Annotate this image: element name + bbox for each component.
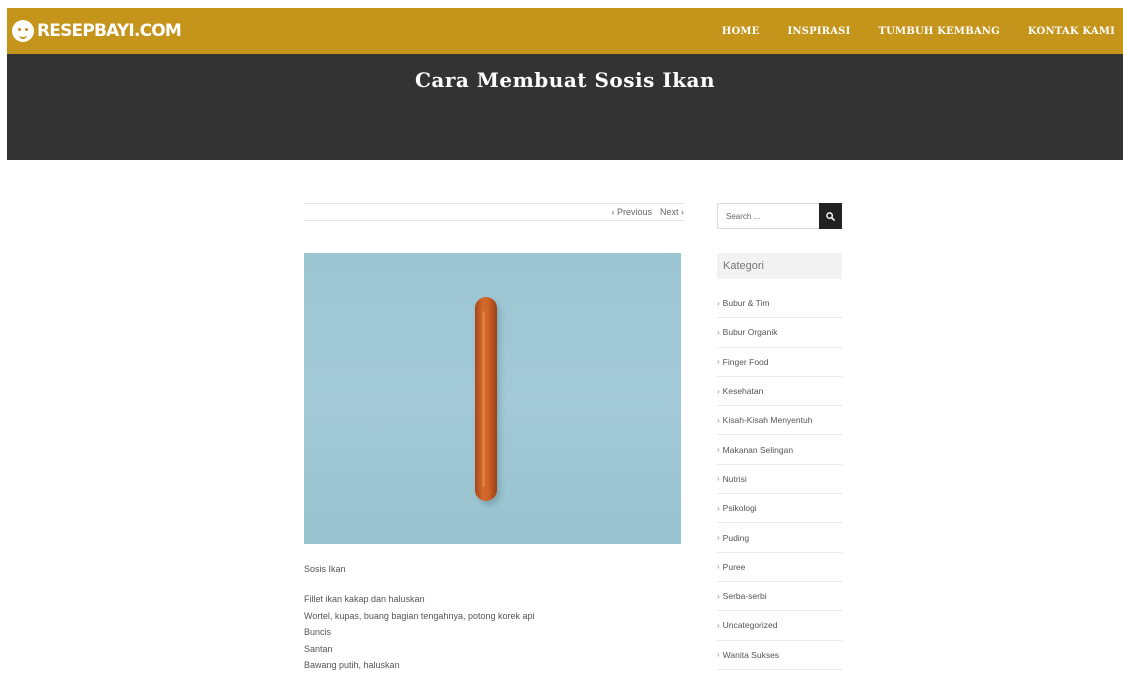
category-item[interactable]: › Makanan Selingan [717,435,842,465]
category-list: › Bubur & Tim › Bubur Organik › Finger Food… [717,289,842,670]
category-item[interactable]: › Serba-serbi [717,582,842,612]
category-item[interactable]: › Wanita Sukses [717,641,842,670]
nav-home[interactable]: HOME [722,26,760,37]
chevron-right-icon: › [717,650,720,660]
chevron-right-icon: › [717,474,720,484]
post-image [304,253,681,544]
chevron-right-icon: › [717,357,720,367]
category-item[interactable]: › Puree [717,553,842,582]
ingredient-list: Fillet ikan kakap dan haluskan Wortel, k… [304,591,535,674]
category-label: Finger Food [722,356,769,367]
category-label: Puding [722,532,750,543]
category-item[interactable]: › Nutrisi [717,465,842,495]
search-icon [826,211,835,221]
nav-inspirasi[interactable]: INSPIRASI [787,26,850,37]
list-item: Bawang putih, haluskan [304,660,400,670]
chevron-right-icon: › [717,415,720,425]
category-item[interactable]: › Psikologi [717,494,842,524]
chevron-right-icon: › [717,298,720,308]
search-form [717,203,842,229]
list-item: Santan [304,643,333,654]
category-item[interactable]: › Kesehatan [717,377,842,407]
main-nav: HOME INSPIRASI TUMBUH KEMBANG KONTAK KAM… [694,8,1115,54]
chevron-right-icon: › [717,533,720,543]
list-item: Wortel, kupas, buang bagian tengahnya, p… [304,610,535,621]
category-item[interactable]: › Kisah-Kisah Menyentuh [717,406,842,436]
chevron-right-icon: › [717,386,720,396]
category-item[interactable]: › Bubur & Tim [717,289,842,319]
site-header: RESEPBAYI.COM HOME INSPIRASI TUMBUH KEMB… [7,8,1123,54]
kategori-heading: Kategori [717,253,842,279]
category-item[interactable]: › Uncategorized [717,611,842,641]
logo-text: RESEPBAYI.COM [37,21,182,41]
search-input[interactable] [717,203,819,229]
category-label: Psikologi [722,503,757,514]
category-label: Makanan Selingan [722,444,794,455]
list-item: Buncis [304,627,332,637]
category-label: Kesehatan [722,386,764,397]
nav-kontak-kami[interactable]: KONTAK KAMI [1028,26,1115,37]
category-label: Bubur & Tim [722,298,770,309]
category-label: Kisah-Kisah Menyentuh [722,415,813,426]
previous-link[interactable]: ‹ Previous [611,207,652,217]
sausage-photo [475,297,497,501]
category-item[interactable]: › Bubur Organik [717,318,842,348]
page-banner: Cara Membuat Sosis Ikan [7,54,1123,160]
next-link[interactable]: Next › [660,207,684,217]
category-item[interactable]: › Finger Food [717,348,842,377]
search-button[interactable] [819,203,842,229]
category-label: Uncategorized [722,620,778,631]
post-navigation: ‹ Previous Next › [304,203,684,221]
category-label: Serba-serbi [722,591,767,602]
site-logo[interactable]: RESEPBAYI.COM [12,20,182,42]
category-label: Bubur Organik [722,327,778,338]
category-label: Puree [722,561,746,572]
chevron-right-icon: › [717,503,720,513]
chevron-right-icon: › [717,445,720,455]
chevron-right-icon: › [717,327,720,337]
category-label: Wanita Sukses [722,649,780,660]
baby-face-icon [12,20,34,42]
category-item[interactable]: › Puding [717,523,842,553]
category-label: Nutrisi [722,473,747,484]
list-item: Fillet ikan kakap dan haluskan [304,594,425,604]
page-title: Cara Membuat Sosis Ikan [414,68,716,92]
nav-tumbuh-kembang[interactable]: TUMBUH KEMBANG [878,26,999,37]
chevron-right-icon: › [717,562,720,572]
chevron-right-icon: › [717,620,720,630]
chevron-right-icon: › [717,591,720,601]
post-caption: Sosis Ikan [304,564,346,574]
